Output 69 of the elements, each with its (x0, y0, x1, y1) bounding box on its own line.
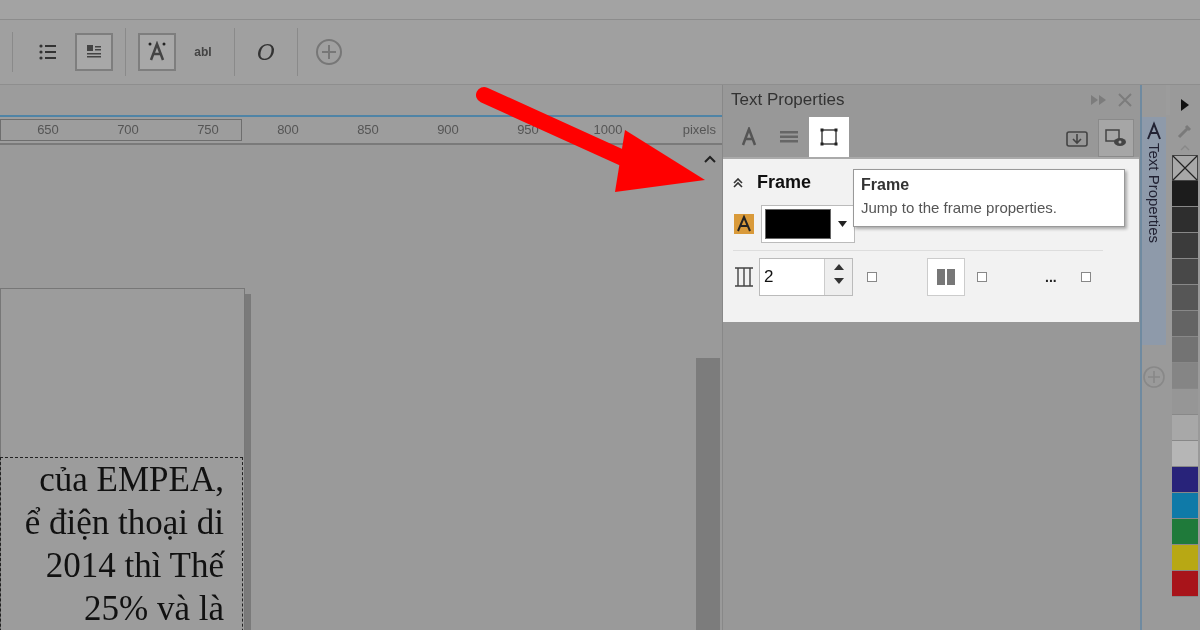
tooltip-title: Frame (861, 175, 911, 195)
field-value: 2 (763, 266, 775, 289)
bullet-list-icon (38, 43, 58, 61)
ruler-label: 850 (356, 121, 380, 140)
caret-icon (838, 221, 847, 227)
text-line: 2014 thì Thế (45, 545, 224, 587)
ruler-label: 800 (276, 121, 300, 140)
section-title: Frame (757, 171, 812, 194)
palette-swatch[interactable] (1172, 233, 1198, 259)
letter-icon (739, 127, 759, 147)
palette-swatch[interactable] (1172, 571, 1198, 597)
more-button[interactable]: ... (1045, 266, 1057, 288)
frame-icon (819, 127, 839, 147)
spin-up-icon[interactable] (833, 264, 844, 270)
palette-swatch[interactable] (1172, 389, 1198, 415)
drop-cap-icon (85, 43, 103, 61)
scrollbar-thumb[interactable] (696, 358, 720, 630)
letter-icon (1145, 121, 1163, 141)
letter-frame-icon (146, 41, 168, 63)
text-tool-button[interactable]: abI (184, 33, 222, 71)
text-line: 25% và là (84, 588, 224, 630)
toolbar-button[interactable] (75, 33, 113, 71)
equal-columns-button[interactable] (927, 258, 965, 296)
two-columns-icon (936, 268, 956, 286)
palette-swatch[interactable] (1172, 415, 1198, 441)
text-line: của EMPEA, (39, 459, 224, 501)
side-tab[interactable]: Text Properties (1142, 117, 1166, 345)
palette-swatch[interactable] (1172, 363, 1198, 389)
panel-title: Text Properties (731, 89, 845, 112)
ruler-label: 650 (36, 121, 60, 140)
palette-swatch[interactable] (1172, 545, 1198, 571)
ruler-label: 900 (436, 121, 460, 140)
preview-button[interactable] (1098, 119, 1134, 157)
palette-swatch[interactable] (1172, 337, 1198, 363)
eye-icon (1105, 129, 1127, 147)
spin-down-icon[interactable] (833, 278, 844, 284)
play-icon[interactable] (1181, 99, 1189, 111)
checkbox[interactable] (977, 272, 987, 282)
text-line: ể điện thoại di (24, 502, 224, 544)
columns-icon (733, 266, 755, 288)
fill-color-dropdown[interactable] (761, 205, 855, 243)
palette-swatch[interactable] (1172, 181, 1198, 207)
text-tool-button[interactable]: O (247, 33, 285, 71)
double-chevron-icon (733, 177, 743, 188)
palette-swatch[interactable] (1172, 441, 1198, 467)
tooltip-text: Jump to the frame properties. (861, 198, 1058, 218)
ruler-label: 750 (196, 121, 220, 140)
chevron-up-icon (704, 155, 716, 163)
palette-swatch[interactable] (1172, 467, 1198, 493)
panel-tab[interactable] (809, 117, 849, 157)
side-tab-label: Text Properties (1145, 143, 1165, 244)
palette-swatch[interactable] (1172, 285, 1198, 311)
palette-swatch[interactable] (1172, 519, 1198, 545)
toolbar-button[interactable] (138, 33, 176, 71)
column-count-field[interactable]: 2 (759, 258, 853, 296)
palette-swatch[interactable] (1172, 207, 1198, 233)
palette-swatch[interactable] (1172, 259, 1198, 285)
ruler-unit: pixels (682, 121, 716, 140)
checkbox[interactable] (1080, 272, 1091, 282)
checkbox[interactable] (867, 272, 877, 282)
fill-letter-icon (733, 212, 755, 236)
palette-swatch[interactable] (1172, 493, 1198, 519)
palette-swatch[interactable] (1172, 311, 1198, 337)
add-icon (315, 38, 343, 66)
ruler-label: 700 (116, 121, 140, 140)
paragraph-icon (780, 130, 798, 144)
no-color-swatch[interactable] (1172, 155, 1198, 181)
import-icon[interactable] (1066, 129, 1088, 147)
ruler-label: 1000 (592, 121, 624, 140)
